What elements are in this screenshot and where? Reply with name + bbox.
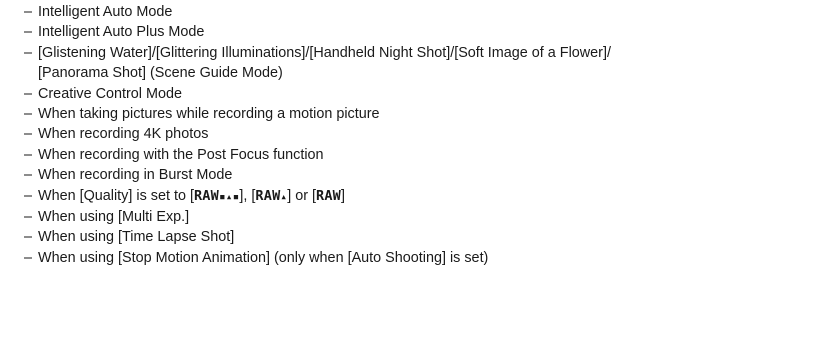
list-dash: – bbox=[24, 85, 33, 102]
raw-label: RAW bbox=[193, 187, 219, 204]
raw-fine-icon: RAW▪▴▪ bbox=[194, 188, 239, 204]
list-item-line-2: [Panorama Shot] (Scene Guide Mode) bbox=[38, 65, 283, 82]
list-dash: – bbox=[24, 209, 33, 226]
quality-suffix: ] bbox=[341, 187, 346, 204]
list-item-text: When using [Multi Exp.] bbox=[38, 209, 190, 226]
fine-quality-glyph: ▪▴▪ bbox=[218, 189, 240, 203]
list-item-text: Intelligent Auto Plus Mode bbox=[38, 24, 205, 41]
list-item-text: Intelligent Auto Mode bbox=[38, 4, 173, 20]
raw-label: RAW bbox=[255, 187, 281, 204]
raw-standard-icon: RAW▴ bbox=[255, 188, 287, 204]
list-item: – Intelligent Auto Plus Mode bbox=[24, 22, 814, 42]
list-item-text: When recording in Burst Mode bbox=[38, 167, 233, 184]
list-item: – When [Quality] is set to [RAW▪▴▪], [RA… bbox=[24, 186, 814, 207]
list-dash: – bbox=[24, 126, 33, 143]
list-item-text: When recording with the Post Focus funct… bbox=[38, 146, 324, 163]
list-dash: – bbox=[24, 24, 33, 41]
list-dash: – bbox=[24, 167, 33, 184]
list-item: – When using [Multi Exp.] bbox=[24, 207, 814, 227]
list-item-text: When taking pictures while recording a m… bbox=[38, 106, 380, 123]
list-dash: – bbox=[24, 229, 33, 246]
list-item: – [Glistening Water]/[Glittering Illumin… bbox=[24, 43, 814, 84]
list-item: – When recording with the Post Focus fun… bbox=[24, 145, 814, 165]
quality-separator: ], [ bbox=[239, 187, 256, 204]
list-dash: – bbox=[24, 187, 33, 204]
list-item-line-1: [Glistening Water]/[Glittering Illuminat… bbox=[38, 44, 611, 61]
list-item-text: [Glistening Water]/[Glittering Illuminat… bbox=[38, 43, 814, 84]
list-dash: – bbox=[24, 4, 33, 20]
list-item-text: When using [Time Lapse Shot] bbox=[38, 229, 235, 246]
raw-icon: RAW bbox=[316, 187, 342, 204]
list-dash: – bbox=[24, 249, 33, 266]
list-item: – When taking pictures while recording a… bbox=[24, 104, 814, 124]
list-item: – Intelligent Auto Mode bbox=[24, 2, 814, 22]
list-item: – When using [Stop Motion Animation] (on… bbox=[24, 248, 814, 268]
list-item-text: When [Quality] is set to [RAW▪▴▪], [RAW▴… bbox=[38, 186, 814, 207]
list-item: – When recording 4K photos bbox=[24, 124, 814, 144]
list-item-text: When recording 4K photos bbox=[38, 126, 209, 143]
list-item: – When recording in Burst Mode bbox=[24, 165, 814, 185]
list-dash: – bbox=[24, 146, 33, 163]
list-dash: – bbox=[24, 106, 33, 123]
list-dash: – bbox=[24, 44, 33, 61]
list-item: – When using [Time Lapse Shot] bbox=[24, 227, 814, 247]
quality-prefix: When [Quality] is set to [ bbox=[38, 187, 194, 204]
list-item-text: When using [Stop Motion Animation] (only… bbox=[38, 249, 489, 266]
list-item-text: Creative Control Mode bbox=[38, 85, 182, 102]
quality-separator: ] or [ bbox=[287, 187, 317, 204]
restriction-list: – Intelligent Auto Mode – Intelligent Au… bbox=[24, 2, 814, 268]
list-item: – Creative Control Mode bbox=[24, 84, 814, 104]
